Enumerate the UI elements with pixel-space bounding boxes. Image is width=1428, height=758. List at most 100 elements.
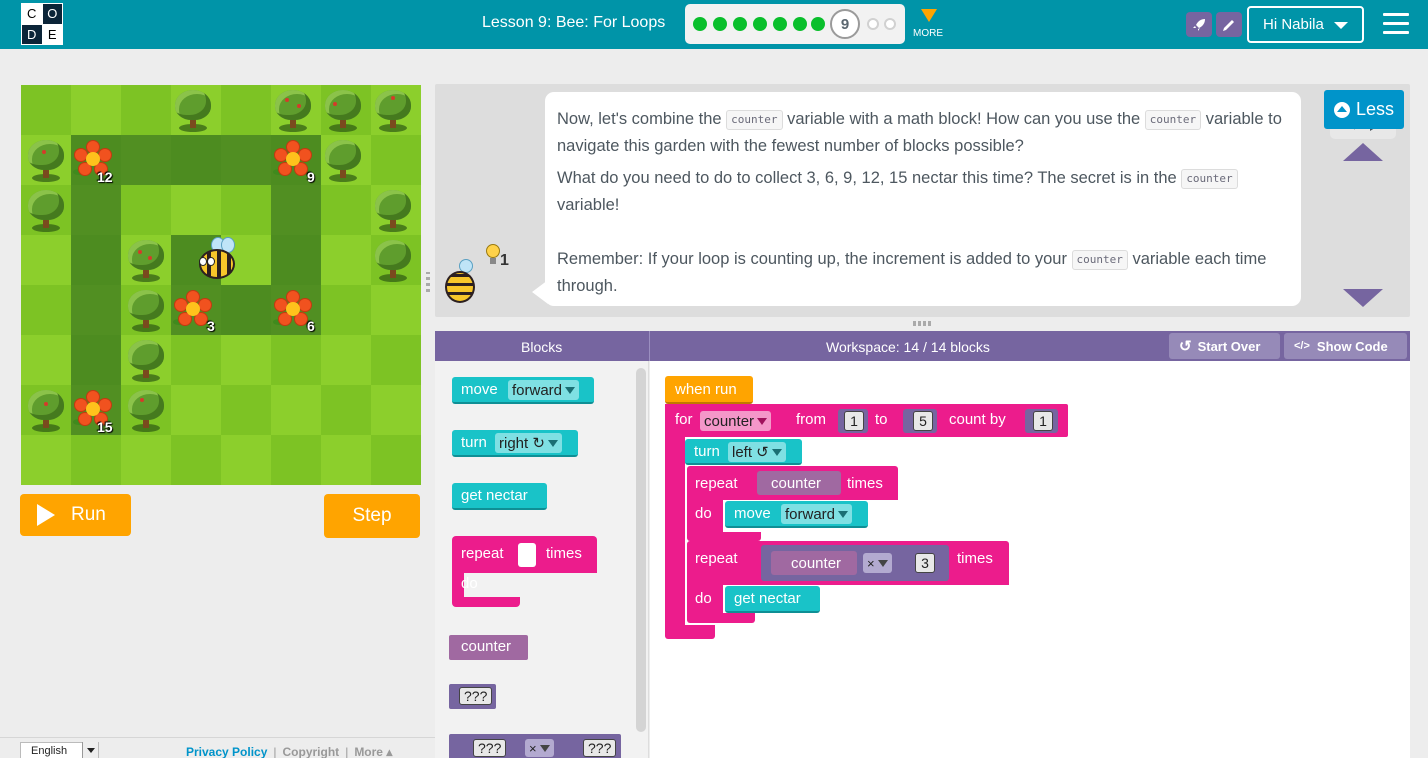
code-token: counter	[1071, 249, 1128, 270]
logo-letter-c: C	[22, 4, 42, 24]
workspace-canvas[interactable]: when run for counter from 1 to 5 count b…	[650, 361, 1410, 758]
multiplier-value[interactable]: 3	[915, 553, 935, 573]
code-token: counter	[726, 109, 783, 130]
tree-obstacle	[24, 188, 68, 234]
level-dot-completed[interactable]	[733, 17, 747, 31]
operator-dropdown[interactable]: ×	[863, 553, 892, 573]
start-over-button[interactable]: ↺ Start Over	[1169, 333, 1280, 359]
hamburger-menu-icon[interactable]	[1383, 13, 1409, 35]
number-block[interactable]: ???	[449, 684, 496, 709]
logo-letter-e: E	[42, 24, 62, 44]
tree-obstacle	[171, 88, 215, 134]
user-menu-button[interactable]: Hi Nabila	[1247, 6, 1364, 43]
privacy-policy-link[interactable]: Privacy Policy	[186, 745, 267, 758]
direction-dropdown[interactable]: forward	[781, 504, 853, 524]
level-dot-incomplete[interactable]	[867, 18, 879, 30]
tree-obstacle	[371, 238, 415, 284]
logo-letter-d: D	[22, 24, 42, 44]
code-token: counter	[1181, 168, 1238, 189]
tree-obstacle	[124, 388, 168, 434]
logo-letter-o: O	[42, 4, 62, 24]
panel-resize-grip[interactable]	[913, 321, 933, 326]
nectar-count: 6	[307, 318, 315, 334]
level-dot-completed[interactable]	[811, 17, 825, 31]
tree-obstacle	[271, 88, 315, 134]
lesson-title[interactable]: Lesson 9: Bee: For Loops	[482, 14, 665, 32]
get-nectar-block[interactable]: get nectar	[452, 483, 547, 510]
tree-obstacle	[24, 388, 68, 434]
tree-obstacle	[321, 88, 365, 134]
rocket-icon[interactable]	[1186, 12, 1212, 37]
tree-obstacle	[371, 88, 415, 134]
level-dot-completed[interactable]	[773, 17, 787, 31]
step-button[interactable]: Step	[324, 494, 420, 538]
toolbox-scrollbar[interactable]	[636, 368, 646, 732]
move-forward-block[interactable]: move forward	[725, 501, 868, 528]
level-dot-completed[interactable]	[753, 17, 767, 31]
repeat-block[interactable]: repeat times	[452, 536, 597, 573]
code-org-logo[interactable]: C O D E	[21, 3, 63, 45]
level-progress-bar: 9	[685, 4, 905, 44]
workspace-header: Blocks Workspace: 14 / 14 blocks ↺ Start…	[435, 331, 1410, 361]
page-footer: English Privacy Policy | Copyright | More ▴	[0, 737, 435, 758]
bee-avatar-icon	[441, 259, 481, 307]
operator-dropdown[interactable]: ×	[525, 739, 554, 757]
maze-grid: 12 9 3 6 15	[21, 85, 421, 485]
loop-variable-dropdown[interactable]: counter	[700, 411, 772, 431]
instructions-paragraph: What do you need to do to collect 3, 6, …	[557, 165, 1289, 219]
collapse-icon	[1333, 101, 1350, 118]
pencil-icon[interactable]	[1216, 12, 1242, 37]
level-dot-completed[interactable]	[713, 17, 727, 31]
turn-direction-dropdown[interactable]: right ↻	[495, 433, 562, 453]
less-label: Less	[1355, 99, 1395, 119]
turn-left-block[interactable]: turn left ↺	[685, 439, 802, 465]
repeat-count-slot[interactable]	[518, 543, 536, 567]
from-value[interactable]: 1	[844, 411, 864, 431]
for-loop-block[interactable]: for counter from 1 to 5 count by 1	[665, 404, 1068, 437]
chevron-down-icon	[82, 742, 98, 758]
turn-right-block[interactable]: turn right ↻	[452, 430, 578, 457]
lightbulb-hint-icon[interactable]	[485, 244, 501, 266]
run-button[interactable]: Run	[20, 494, 131, 536]
counter-variable-block[interactable]: counter	[449, 635, 528, 660]
count-by-value[interactable]: 1	[1033, 411, 1053, 431]
direction-dropdown[interactable]: forward	[508, 380, 580, 400]
turn-direction-dropdown[interactable]: left ↺	[728, 442, 786, 462]
less-button[interactable]: Less	[1324, 90, 1404, 129]
more-link[interactable]: MORE	[913, 28, 943, 39]
repeat-block[interactable]: repeat counter times	[687, 466, 898, 500]
get-nectar-block[interactable]: get nectar	[725, 586, 820, 613]
repeat-block[interactable]: repeat counter × 3 times	[687, 541, 1009, 585]
language-select[interactable]: English	[20, 742, 99, 758]
to-value[interactable]: 5	[913, 411, 933, 431]
reset-icon: ↺	[1179, 338, 1192, 355]
current-level-bubble[interactable]: 9	[830, 9, 860, 39]
when-run-block[interactable]: when run	[665, 376, 753, 404]
resize-handle[interactable]	[426, 272, 430, 292]
move-forward-block[interactable]: move forward	[452, 377, 594, 404]
tree-obstacle	[371, 188, 415, 234]
counter-variable-block[interactable]: counter	[771, 475, 821, 492]
workspace-title: Workspace: 14 / 14 blocks	[826, 339, 990, 355]
tree-obstacle	[321, 138, 365, 184]
top-header: C O D E Lesson 9: Bee: For Loops 9 MORE …	[0, 0, 1428, 49]
play-icon	[37, 504, 55, 526]
nectar-count: 9	[307, 169, 315, 185]
toolbox-title: Blocks	[521, 339, 563, 355]
show-code-button[interactable]: </> Show Code	[1284, 333, 1407, 359]
level-dot-incomplete[interactable]	[884, 18, 896, 30]
more-footer-link[interactable]: More ▴	[354, 745, 392, 758]
scroll-up-arrow-icon[interactable]	[1343, 143, 1383, 161]
math-multiply-block[interactable]: ??? × ???	[449, 734, 621, 758]
more-arrow-icon[interactable]	[921, 9, 937, 22]
toolbox-panel: move forward turn right ↻ get nectar rep…	[435, 361, 649, 758]
nectar-count: 12	[97, 169, 113, 185]
code-token: counter	[1144, 109, 1202, 130]
instructions-paragraph: Now, let's combine the counter variable …	[557, 109, 1282, 155]
copyright-link[interactable]: Copyright	[283, 745, 340, 758]
scroll-down-arrow-icon[interactable]	[1343, 289, 1383, 307]
level-dot-completed[interactable]	[793, 17, 807, 31]
level-dot-completed[interactable]	[693, 17, 707, 31]
tree-obstacle	[24, 138, 68, 184]
counter-variable-block[interactable]: counter	[791, 555, 841, 572]
